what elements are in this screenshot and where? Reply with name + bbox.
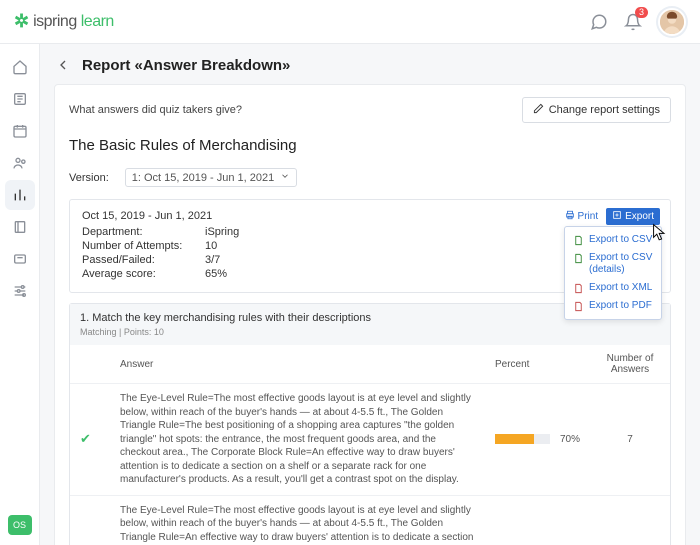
export-xml-label: Export to XML [589,282,652,294]
correct-mark [70,495,110,545]
export-menu: Export to CSV Export to CSV (details) Ex… [564,226,662,320]
print-button[interactable]: Print [559,208,605,225]
answer-row: ✔ The Eye-Level Rule=The most effective g… [70,384,670,496]
answer-text: The Eye-Level Rule=The most effective go… [110,495,485,545]
th-percent: Percent [485,345,590,384]
check-icon: ✔ [80,431,91,446]
answer-text: The Eye-Level Rule=The most effective go… [110,384,485,496]
version-select[interactable]: 1: Oct 15, 2019 - Jun 1, 2021 [125,168,297,187]
export-pdf[interactable]: Export to PDF [565,297,661,315]
file-icon [573,301,584,312]
report-title: The Basic Rules of Merchandising [69,137,671,154]
nav-home[interactable] [5,52,35,82]
question-block: 1. Match the key merchandising rules wit… [69,303,671,545]
summary-label: Passed/Failed: [82,254,197,266]
export-xml[interactable]: Export to XML [565,279,661,297]
summary-label: Number of Attempts: [82,240,197,252]
page-subtitle: What answers did quiz takers give? [69,104,242,116]
answer-row: The Eye-Level Rule=The most effective go… [70,495,670,545]
question-meta: Matching | Points: 10 [80,327,660,337]
answer-count: 3 [590,495,670,545]
answer-percent: 30% [485,495,590,545]
file-icon [573,283,584,294]
topbar: ✲ ispring learn 3 [0,0,700,44]
print-label: Print [578,211,599,222]
summary-value: 3/7 [205,254,220,266]
answers-table: AnswerPercentNumber of Answers ✔ The Eye-L… [70,345,670,545]
export-csv-label: Export to CSV [589,234,652,246]
correct-mark: ✔ [70,384,110,496]
nav-messages[interactable] [5,244,35,274]
chat-icon[interactable] [590,13,608,31]
version-value: 1: Oct 15, 2019 - Jun 1, 2021 [132,172,274,184]
brand-name-2: learn [81,13,114,31]
export-csv-details-label: Export to CSV (details) [589,252,653,276]
change-settings-label: Change report settings [549,104,660,116]
back-button[interactable] [54,56,72,74]
left-nav: OS [0,44,40,545]
pencil-icon [533,103,544,117]
summary-label: Department: [82,226,197,238]
th-answer: Answer [110,345,485,384]
content: Report «Answer Breakdown» What answers d… [40,44,700,545]
user-avatar[interactable] [658,8,686,36]
summary-box: Oct 15, 2019 - Jun 1, 2021 Department:iS… [69,199,671,293]
print-icon [565,210,575,223]
file-icon [573,253,584,264]
summary-value: 10 [205,240,217,252]
summary-label: Average score: [82,268,197,280]
notifications-button[interactable]: 3 [624,13,642,31]
nav-reports[interactable] [5,180,35,210]
logo-icon: ✲ [14,11,29,32]
export-icon [612,210,622,223]
file-icon [573,235,584,246]
page-title: Report «Answer Breakdown» [82,57,290,74]
export-csv-details[interactable]: Export to CSV (details) [565,249,661,279]
chevron-down-icon [280,171,290,184]
version-label: Version: [69,172,109,184]
os-badge[interactable]: OS [8,515,32,535]
answer-percent: 70% [485,384,590,496]
nav-settings[interactable] [5,276,35,306]
export-pdf-label: Export to PDF [589,300,652,312]
brand-name-1: ispring [33,13,77,31]
th-count: Number of Answers [590,345,670,384]
nav-users[interactable] [5,148,35,178]
cursor-icon [652,223,668,241]
logo[interactable]: ✲ ispring learn [14,11,114,32]
export-csv[interactable]: Export to CSV [565,231,661,249]
summary-value: 65% [205,268,227,280]
nav-calendar[interactable] [5,116,35,146]
export-label: Export [625,211,654,222]
nav-library[interactable] [5,212,35,242]
nav-courses[interactable] [5,84,35,114]
summary-value: iSpring [205,226,239,238]
notification-badge: 3 [635,7,648,18]
change-report-settings-button[interactable]: Change report settings [522,97,671,123]
answer-count: 7 [590,384,670,496]
